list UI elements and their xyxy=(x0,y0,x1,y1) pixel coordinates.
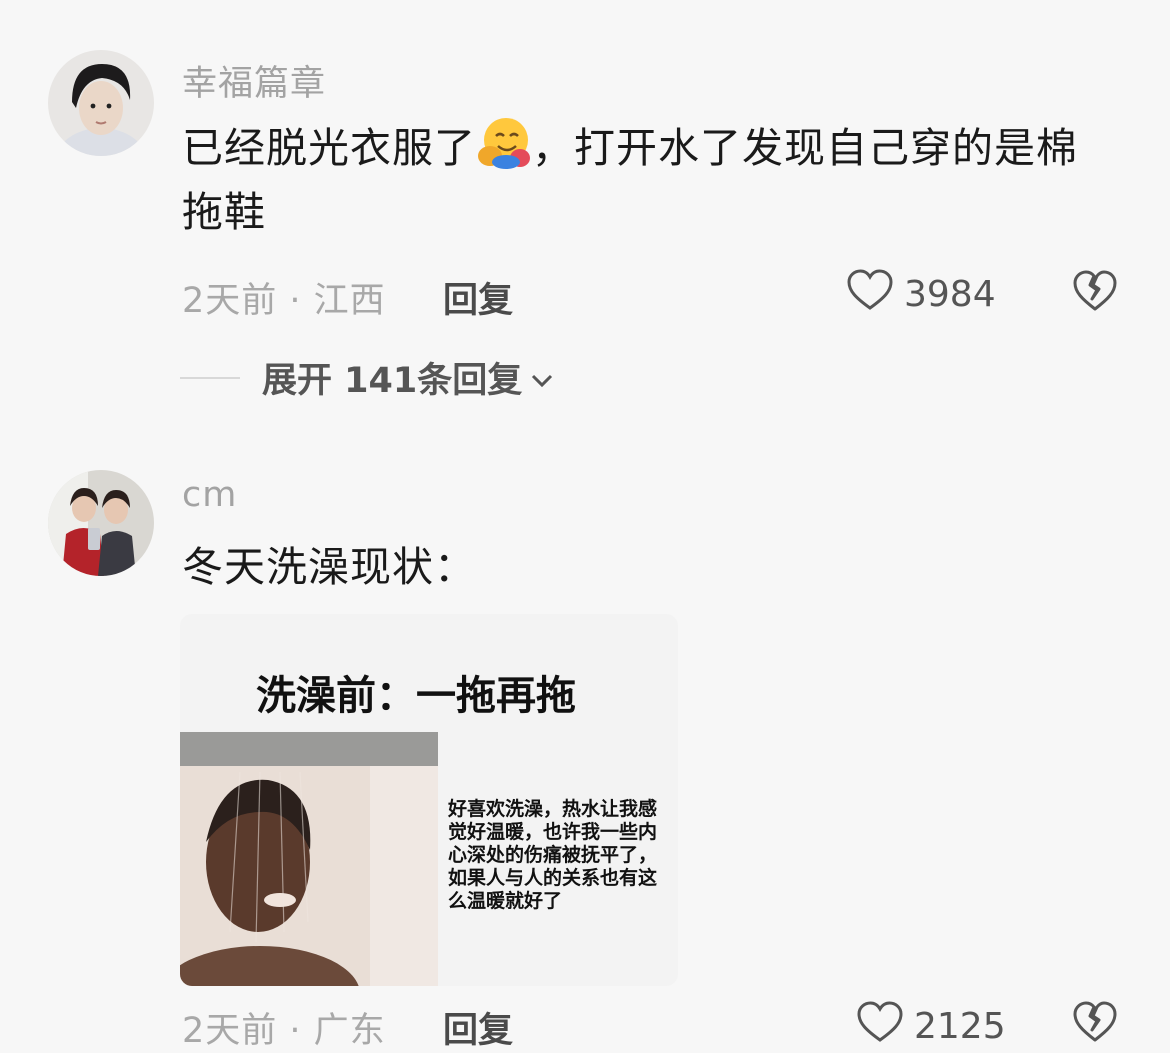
like-button[interactable]: 3984 xyxy=(846,268,996,321)
comment-text: 已经脱光衣服了 ，打开水了发现自己穿的是棉拖鞋 xyxy=(182,114,1102,244)
chevron-down-icon xyxy=(530,358,554,398)
avatar[interactable] xyxy=(48,470,154,576)
comment-text: 冬天洗澡现状： xyxy=(182,543,476,591)
expand-replies-button[interactable]: 展开 141条回复 xyxy=(180,352,554,403)
reply-button[interactable]: 回复 xyxy=(443,272,513,323)
meme-title-line: 洗澡前：一拖再拖 xyxy=(256,673,576,719)
dislike-button[interactable] xyxy=(1072,269,1118,317)
shower-photo xyxy=(180,732,438,986)
dislike-button[interactable] xyxy=(1072,1000,1118,1048)
like-button[interactable]: 2125 xyxy=(856,1000,1006,1053)
comment-text-part: 已经脱光衣服了 xyxy=(182,124,476,172)
like-count: 2125 xyxy=(914,1006,1006,1047)
broken-heart-icon xyxy=(1072,1001,1118,1048)
comment-meta: 2天前 · 广东 xyxy=(182,1011,386,1051)
meme-caption: 好喜欢洗澡，热水让我感觉好温暖，也许我一些内心深处的伤痛被抚平了，如果人与人的关… xyxy=(448,798,658,912)
username[interactable]: cm xyxy=(182,475,237,515)
hugging-face-emoji-icon xyxy=(476,114,532,170)
broken-heart-icon xyxy=(1072,270,1118,317)
avatar[interactable] xyxy=(48,50,154,156)
like-count: 3984 xyxy=(904,274,996,315)
username[interactable]: 幸福篇章 xyxy=(182,55,326,106)
divider xyxy=(180,376,240,379)
heart-outline-icon xyxy=(856,1000,904,1053)
meme-image[interactable]: 洗澡前：一拖再拖 洗澡中： 好喜欢洗澡，热水让我感觉好温暖，也许我一些内 xyxy=(180,614,678,986)
expand-label: 展开 141条回复 xyxy=(262,361,523,401)
heart-outline-icon xyxy=(846,268,894,321)
comment-meta: 2天前 · 江西 xyxy=(182,281,386,321)
reply-button[interactable]: 回复 xyxy=(443,1002,513,1053)
